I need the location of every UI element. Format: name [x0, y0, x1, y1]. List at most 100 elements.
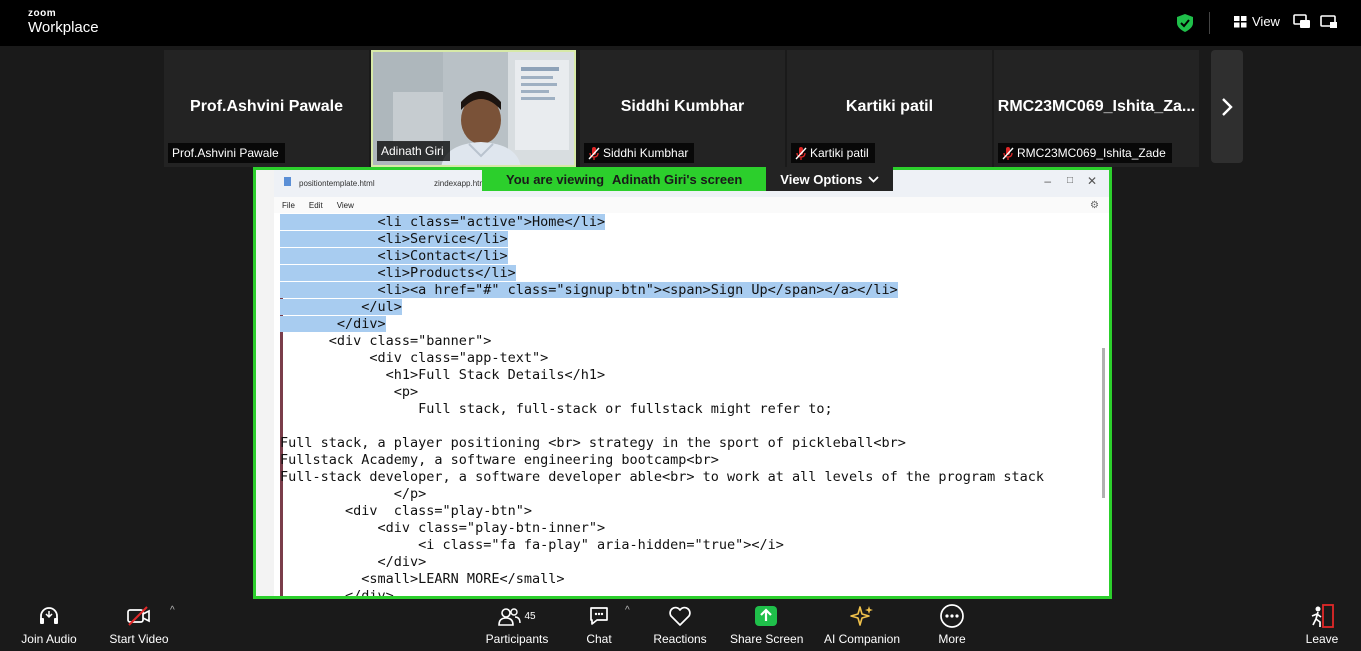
participant-tile[interactable]: Prof.Ashvini Pawale Prof.Ashvini Pawale: [164, 50, 369, 167]
code-line[interactable]: <small>LEARN MORE</small>: [280, 571, 564, 587]
code-line[interactable]: Fullstack Academy, a software engineerin…: [280, 452, 719, 468]
participant-name: Kartiki patil: [845, 98, 934, 115]
code-line[interactable]: Full-stack developer, a software develop…: [280, 469, 1044, 485]
menu-item-view[interactable]: View: [337, 201, 354, 210]
viewing-presenter: Adinath Giri's screen: [612, 171, 743, 187]
leave-label: Leave: [1305, 632, 1339, 646]
reactions-button[interactable]: Reactions: [650, 603, 710, 646]
chat-icon: [590, 607, 608, 625]
participant-label: Kartiki patil: [791, 143, 875, 163]
editor-tab[interactable]: zindexapp.html: [434, 179, 488, 188]
participant-label: RMC23MC069_Ishita_Zade: [998, 143, 1172, 163]
video-options-caret-icon[interactable]: ^: [170, 605, 175, 616]
menu-item-file[interactable]: File: [282, 201, 295, 210]
fullscreen-icon[interactable]: [1320, 14, 1338, 30]
participants-button[interactable]: 45 Participants: [484, 603, 550, 646]
code-line[interactable]: <li>Products</li>: [280, 265, 516, 281]
editor-menu-bar: File Edit View ⚙: [274, 197, 1109, 213]
view-button[interactable]: View: [1234, 14, 1280, 29]
viewing-notice: You are viewing Adinath Giri's screen: [482, 167, 767, 191]
join-audio-button[interactable]: Join Audio: [18, 603, 80, 646]
code-editor[interactable]: <li class="active">Home</li> <li>Service…: [274, 213, 1109, 596]
editor-scrollbar[interactable]: [1102, 348, 1105, 498]
code-line[interactable]: </p>: [280, 486, 427, 502]
grid-view-icon: [1234, 15, 1247, 27]
code-line[interactable]: <li><a href="#" class="signup-btn"><span…: [280, 282, 898, 298]
start-video-button[interactable]: Start Video: [106, 603, 172, 646]
participants-label: Participants: [485, 632, 549, 646]
participants-icon: [498, 608, 522, 626]
reactions-label: Reactions: [653, 632, 707, 646]
code-content[interactable]: <li class="active">Home</li> <li>Service…: [280, 214, 1044, 596]
code-line[interactable]: <div class="banner">: [280, 333, 492, 349]
chevron-down-icon: [868, 175, 880, 183]
code-line[interactable]: Full stack, full-stack or fullstack migh…: [280, 401, 833, 417]
participant-tile[interactable]: RMC23MC069_Ishita_Za... RMC23MC069_Ishit…: [994, 50, 1199, 167]
participant-label-text: Prof.Ashvini Pawale: [172, 146, 279, 160]
share-screen-label: Share Screen: [730, 632, 804, 646]
picture-in-picture-icon[interactable]: [1293, 14, 1311, 30]
top-bar: zoom Workplace View: [0, 0, 1361, 46]
mic-muted-icon: [795, 146, 807, 160]
code-line[interactable]: <li>Contact</li>: [280, 248, 508, 264]
code-line[interactable]: <div class="app-text">: [280, 350, 548, 366]
participant-video-tile[interactable]: Adinath Giri: [371, 50, 576, 167]
code-line[interactable]: <i class="fa fa-play" aria-hidden="true"…: [280, 537, 784, 553]
next-page-button[interactable]: [1211, 50, 1243, 163]
sparkle-icon: [850, 606, 873, 626]
code-line[interactable]: </div>: [280, 588, 394, 596]
chat-options-caret-icon[interactable]: ^: [625, 605, 630, 616]
heart-icon: [669, 606, 691, 626]
more-label: More: [938, 632, 966, 646]
code-line[interactable]: <div class="play-btn-inner">: [280, 520, 606, 536]
shield-icon[interactable]: [1177, 14, 1193, 32]
brand-top: zoom: [28, 8, 57, 19]
viewing-prefix: You are viewing: [506, 171, 605, 187]
headphones-icon: [40, 607, 58, 624]
view-options-button[interactable]: View Options: [766, 167, 894, 191]
participant-label: Adinath Giri: [377, 141, 450, 161]
join-audio-label: Join Audio: [21, 632, 77, 646]
chat-label: Chat: [586, 632, 612, 646]
leave-button[interactable]: Leave: [1302, 603, 1342, 646]
leave-icon: [1311, 604, 1334, 628]
code-line[interactable]: </ul>: [280, 299, 402, 315]
close-icon[interactable]: ✕: [1087, 174, 1097, 188]
code-line[interactable]: <li>Service</li>: [280, 231, 508, 247]
shared-screen: positiontemplate.html zindexapp.html – □…: [253, 167, 1112, 599]
editor-tab[interactable]: positiontemplate.html: [299, 179, 375, 188]
maximize-icon[interactable]: □: [1067, 175, 1073, 186]
more-icon: [940, 604, 964, 628]
participant-name: RMC23MC069_Ishita_Za...: [997, 98, 1196, 115]
settings-gear-icon[interactable]: ⚙: [1090, 200, 1099, 211]
chat-button[interactable]: Chat: [580, 603, 618, 646]
zoom-logo: zoom Workplace: [28, 8, 99, 36]
participant-label-text: Siddhi Kumbhar: [603, 146, 689, 160]
participant-tile[interactable]: Siddhi Kumbhar Siddhi Kumbhar: [580, 50, 785, 167]
ai-companion-label: AI Companion: [823, 632, 901, 646]
code-line[interactable]: <p>: [280, 384, 418, 400]
mic-muted-icon: [588, 146, 600, 160]
share-screen-button[interactable]: Share Screen: [730, 603, 804, 646]
participant-tile[interactable]: Kartiki patil Kartiki patil: [787, 50, 992, 167]
code-line[interactable]: <h1>Full Stack Details</h1>: [280, 367, 605, 383]
more-button[interactable]: More: [934, 603, 970, 646]
meeting-toolbar: Join Audio Start Video ^ 45 Participants…: [0, 599, 1361, 651]
code-line[interactable]: </div>: [280, 554, 427, 570]
participants-count: 45: [524, 610, 536, 622]
participant-label: Siddhi Kumbhar: [584, 143, 695, 163]
participant-name: Prof.Ashvini Pawale: [190, 98, 343, 115]
share-banner: You are viewing Adinath Giri's screen Vi…: [482, 167, 894, 191]
file-icon: [284, 177, 291, 186]
code-line[interactable]: <li class="active">Home</li>: [280, 214, 606, 230]
menu-item-edit[interactable]: Edit: [309, 201, 323, 210]
code-line[interactable]: </div>: [280, 316, 386, 332]
code-line[interactable]: <div class="play-btn">: [280, 503, 532, 519]
code-line[interactable]: Full stack, a player positioning <br> st…: [280, 435, 906, 451]
video-off-icon: [127, 606, 150, 626]
chevron-right-icon: [1222, 97, 1233, 116]
minimize-icon[interactable]: –: [1044, 174, 1051, 188]
view-options-label: View Options: [780, 171, 863, 187]
ai-companion-button[interactable]: AI Companion: [822, 603, 902, 646]
top-divider: [1209, 12, 1210, 34]
